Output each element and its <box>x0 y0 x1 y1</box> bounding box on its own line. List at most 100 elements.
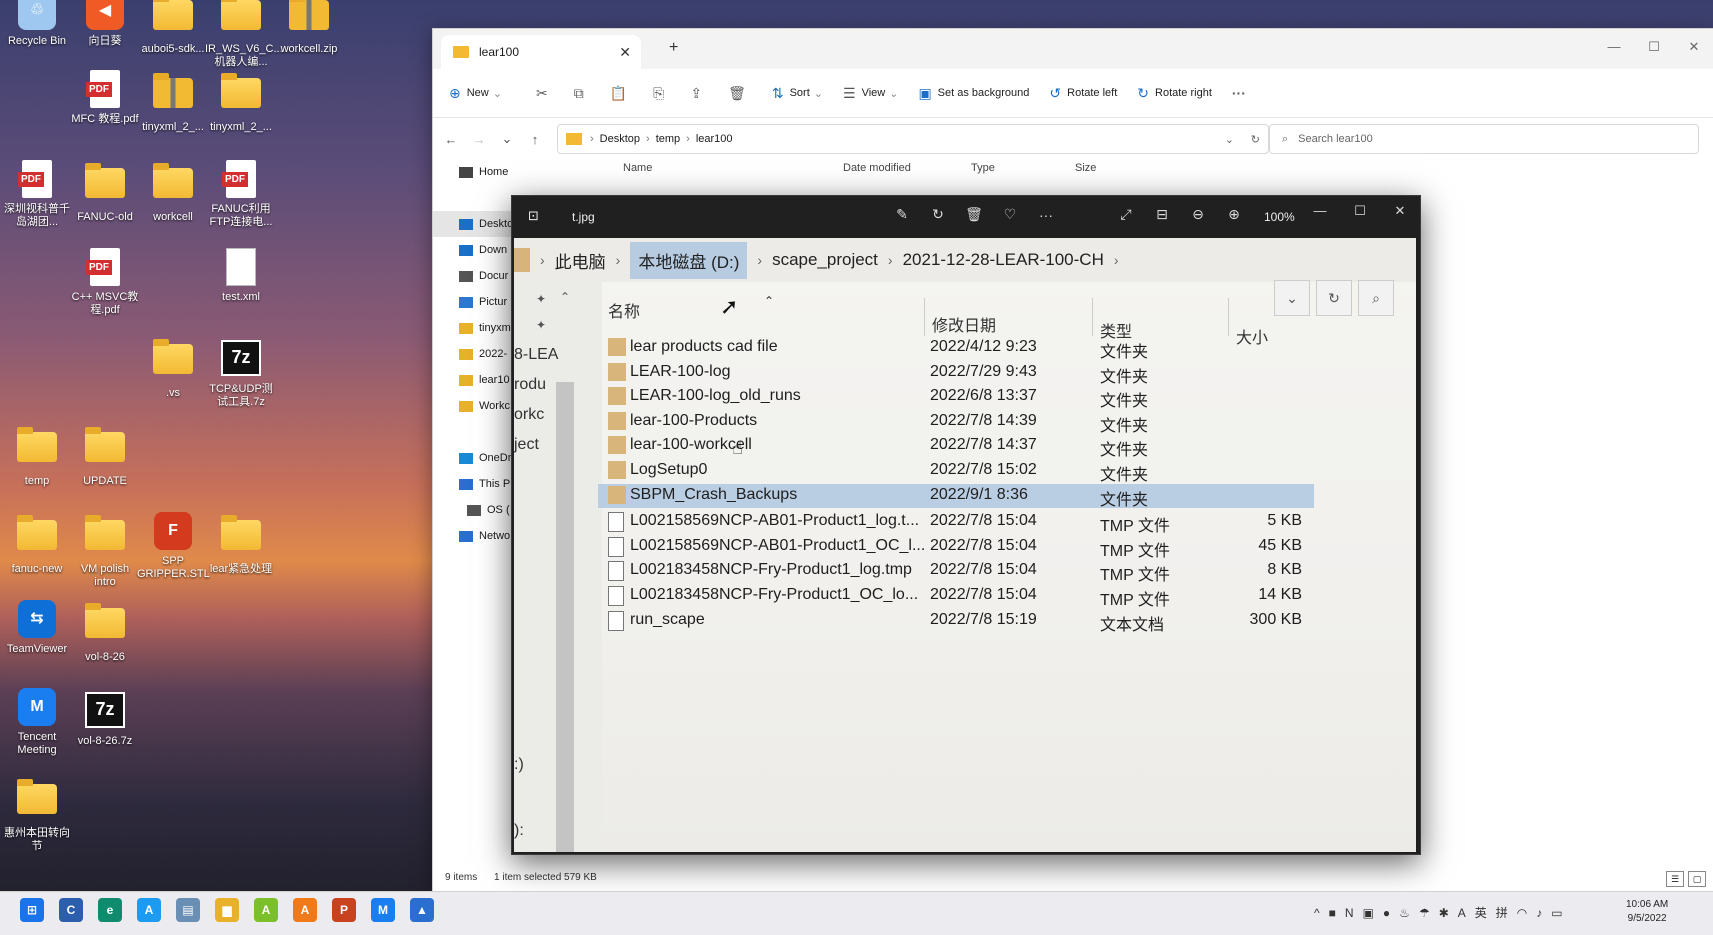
desktop-icon-21[interactable]: lear紧急处理 <box>205 512 277 576</box>
tray-icon-5[interactable]: ♨ <box>1399 906 1410 920</box>
paste-icon[interactable]: 📋 <box>610 85 627 102</box>
more-options-icon[interactable]: ··· <box>1232 85 1246 101</box>
back-arrow-icon[interactable]: ← <box>437 132 465 147</box>
refresh-icon[interactable]: ↻ <box>1251 133 1260 146</box>
tray-icon-8[interactable]: A <box>1458 906 1466 920</box>
details-view-icon[interactable]: ☰ <box>1666 871 1684 887</box>
app-a-icon[interactable]: A <box>137 898 161 922</box>
cortana-icon[interactable]: C <box>59 898 83 922</box>
sort-button[interactable]: ⇅ Sort ⌄ <box>772 85 823 102</box>
gallery-icon[interactable]: ⊡ <box>528 208 539 224</box>
column-size[interactable]: Size <box>1075 162 1135 174</box>
tray-icon-2[interactable]: N <box>1345 906 1354 920</box>
zoom-in-icon[interactable]: ⊕ <box>1216 206 1252 223</box>
address-dropdown-icon[interactable]: ⌄ <box>1225 133 1234 146</box>
edit-image-icon[interactable]: ✎ <box>884 206 920 223</box>
tray-icon-7[interactable]: ✱ <box>1439 906 1449 920</box>
desktop-icon-17[interactable]: UPDATE <box>69 424 141 488</box>
address-bar[interactable]: › Desktop › temp › lear100 ⌄ ↻ <box>557 124 1269 154</box>
tencent-meeting-icon[interactable]: M <box>371 898 395 922</box>
zoom-level[interactable]: 100% <box>1264 210 1295 224</box>
tray-icon-0[interactable]: ^ <box>1314 906 1320 920</box>
desktop-icon-11[interactable]: PDF FANUC利用FTP连接电... <box>205 160 277 229</box>
delete-icon[interactable]: 🗑 <box>728 85 746 102</box>
viewer-maximize-button[interactable]: ☐ <box>1340 196 1380 226</box>
breadcrumb-desktop[interactable]: Desktop <box>600 133 640 145</box>
maximize-button[interactable]: ☐ <box>1634 29 1674 65</box>
recent-chevron-icon[interactable]: ⌄ <box>493 131 521 147</box>
forward-arrow-icon[interactable]: → <box>465 132 493 147</box>
photos-icon[interactable]: ▲ <box>410 898 434 922</box>
share-icon[interactable]: ⇪ <box>690 85 702 102</box>
new-tab-button[interactable]: + <box>669 39 678 57</box>
tray-icon-10[interactable]: 拼 <box>1496 904 1508 921</box>
tab-close-icon[interactable]: ✕ <box>619 44 631 61</box>
column-name[interactable]: Name <box>623 162 843 174</box>
desktop-icon-26[interactable]: 惠州本田转向节 <box>1 776 73 853</box>
monitor-icon[interactable]: ▤ <box>176 898 200 922</box>
desktop-icon-0[interactable]: ♲ Recycle Bin <box>1 0 73 48</box>
more-options-icon[interactable]: ··· <box>1028 207 1064 223</box>
desktop-icon-25[interactable]: 7z vol-8-26.7z <box>69 688 141 748</box>
fit-window-icon[interactable]: ⊟ <box>1144 206 1180 223</box>
zoom-out-icon[interactable]: ⊖ <box>1180 206 1216 223</box>
clock[interactable]: 10:06 AM 9/5/2022 <box>1626 898 1668 926</box>
up-arrow-icon[interactable]: ↑ <box>521 132 549 147</box>
desktop-icon-5[interactable]: PDF MFC 教程.pdf <box>69 70 141 126</box>
viewer-close-button[interactable]: ✕ <box>1380 196 1420 226</box>
tray-icon-4[interactable]: ● <box>1383 906 1390 920</box>
viewer-minimize-button[interactable]: — <box>1300 196 1340 226</box>
rename-icon[interactable]: ⎘ <box>653 85 664 102</box>
desktop-icon-3[interactable]: IR_WS_V6_C... 机器人编... <box>205 0 283 69</box>
desktop-icon-19[interactable]: VM polish intro <box>69 512 141 589</box>
rotate-right-button[interactable]: ↻ Rotate right <box>1137 85 1212 102</box>
desktop-icon-6[interactable]: tinyxml_2_... <box>137 70 209 134</box>
desktop-icon-4[interactable]: workcell.zip <box>273 0 345 56</box>
desktop-icon-13[interactable]: test.xml <box>205 248 277 304</box>
app-green-icon[interactable]: A <box>254 898 278 922</box>
tray-icon-13[interactable]: ▭ <box>1551 906 1562 920</box>
desktop-icon-10[interactable]: workcell <box>137 160 209 224</box>
powerpoint-icon[interactable]: P <box>332 898 356 922</box>
cut-icon[interactable]: ✂ <box>536 85 548 102</box>
desktop-icon-1[interactable]: ◀ 向日葵 <box>69 0 141 48</box>
desktop-icon-14[interactable]: .vs <box>137 336 209 400</box>
desktop-icon-24[interactable]: M Tencent Meeting <box>1 688 73 757</box>
column-type[interactable]: Type <box>971 162 1075 174</box>
file-explorer-icon[interactable]: ▆ <box>215 898 239 922</box>
rotate-icon[interactable]: ↻ <box>920 206 956 223</box>
minimize-button[interactable]: — <box>1594 29 1634 65</box>
desktop-icon-22[interactable]: ⇆ TeamViewer <box>1 600 73 656</box>
favorite-heart-icon[interactable]: ♡ <box>992 206 1028 223</box>
tray-icon-1[interactable]: ■ <box>1329 906 1336 920</box>
tiles-view-icon[interactable]: ▢ <box>1688 871 1706 887</box>
desktop-icon-2[interactable]: auboi5-sdk... <box>137 0 209 56</box>
desktop-icon-16[interactable]: temp <box>1 424 73 488</box>
tray-icon-3[interactable]: ▣ <box>1363 906 1374 920</box>
column-date-modified[interactable]: Date modified <box>843 162 971 174</box>
desktop-icon-7[interactable]: tinyxml_2_... <box>205 70 277 134</box>
explorer-tab[interactable]: lear100 ✕ <box>441 35 641 69</box>
desktop-icon-9[interactable]: FANUC-old <box>69 160 141 224</box>
start-icon[interactable]: ⊞ <box>20 898 44 922</box>
close-button[interactable]: ✕ <box>1674 29 1713 65</box>
desktop-icon-8[interactable]: PDF 深圳视科普千岛湖团... <box>1 160 73 229</box>
tray-icon-12[interactable]: ♪ <box>1536 906 1542 920</box>
fullscreen-icon[interactable]: ⤢ <box>1108 206 1144 223</box>
delete-icon[interactable]: 🗑 <box>956 206 992 223</box>
breadcrumb-lear100[interactable]: lear100 <box>696 133 733 145</box>
desktop-icon-15[interactable]: 7z TCP&UDP测试工具.7z <box>205 336 277 409</box>
desktop-icon-12[interactable]: PDF C++ MSVC教程.pdf <box>69 248 141 317</box>
nav-item-0[interactable]: Home <box>433 159 531 185</box>
tray-icon-6[interactable]: ☂ <box>1419 906 1430 920</box>
copy-icon[interactable]: ⧉ <box>574 85 584 102</box>
desktop-icon-20[interactable]: F SPP GRIPPER.STL <box>137 512 210 581</box>
tray-icon-9[interactable]: 英 <box>1475 904 1487 921</box>
search-box[interactable]: ⌕ Search lear100 <box>1269 124 1699 154</box>
app-orange-icon[interactable]: A <box>293 898 317 922</box>
edge-icon[interactable]: e <box>98 898 122 922</box>
new-button[interactable]: ⊕ New ⌄ <box>449 85 502 102</box>
desktop-icon-18[interactable]: fanuc-new <box>1 512 73 576</box>
set-background-button[interactable]: ▣ Set as background <box>918 85 1029 102</box>
tray-icon-11[interactable]: ◠ <box>1517 906 1527 920</box>
